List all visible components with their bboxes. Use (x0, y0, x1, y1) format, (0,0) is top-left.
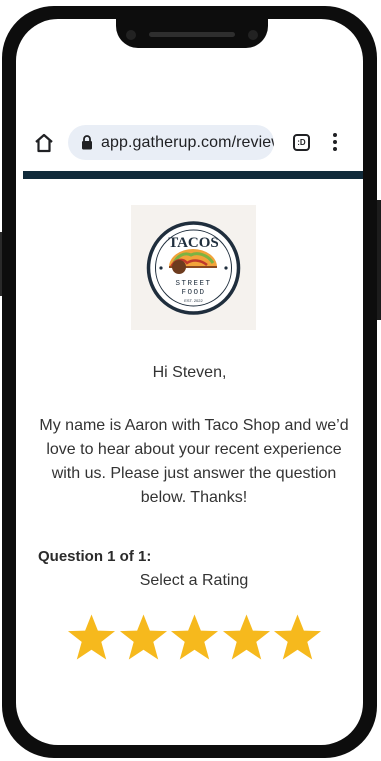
phone-screen: app.gatherup.com/review :D TACOS STREET … (16, 19, 363, 745)
earpiece-speaker (149, 32, 235, 37)
lock-icon (82, 135, 92, 150)
address-bar[interactable]: app.gatherup.com/review (68, 125, 274, 160)
greeting-text: Hi Steven, (152, 364, 227, 381)
sensor-dot (126, 30, 136, 40)
question-counter: Question 1 of 1: (38, 548, 152, 565)
url-text: app.gatherup.com/review (101, 134, 274, 151)
star-icon[interactable] (170, 613, 219, 661)
star-icon[interactable] (119, 613, 168, 661)
business-logo: TACOS STREET FOOD EST. 2022 (131, 205, 256, 330)
logo-brand-top: TACOS (168, 235, 219, 251)
question-prompt: Select a Rating (139, 572, 249, 589)
logo-brand-bottom: FOOD (181, 289, 205, 297)
phone-frame: app.gatherup.com/review :D TACOS STREET … (2, 6, 377, 758)
logo-est: EST. 2022 (184, 298, 203, 303)
tabs-icon[interactable]: :D (293, 134, 310, 151)
device-mockup: app.gatherup.com/review :D TACOS STREET … (0, 0, 381, 761)
star-rating (67, 613, 322, 661)
browser-toolbar: app.gatherup.com/review :D (16, 122, 363, 164)
notch (116, 19, 268, 48)
home-icon[interactable] (32, 131, 56, 155)
star-icon[interactable] (67, 613, 116, 661)
logo-brand-mid: STREET (175, 280, 211, 288)
more-vert-icon[interactable] (332, 133, 338, 153)
star-icon[interactable] (222, 613, 271, 661)
intro-message: My name is Aaron with Taco Shop and we’d… (39, 417, 349, 506)
header-accent-bar (23, 171, 363, 179)
camera-icon (248, 30, 258, 40)
star-icon[interactable] (273, 613, 322, 661)
